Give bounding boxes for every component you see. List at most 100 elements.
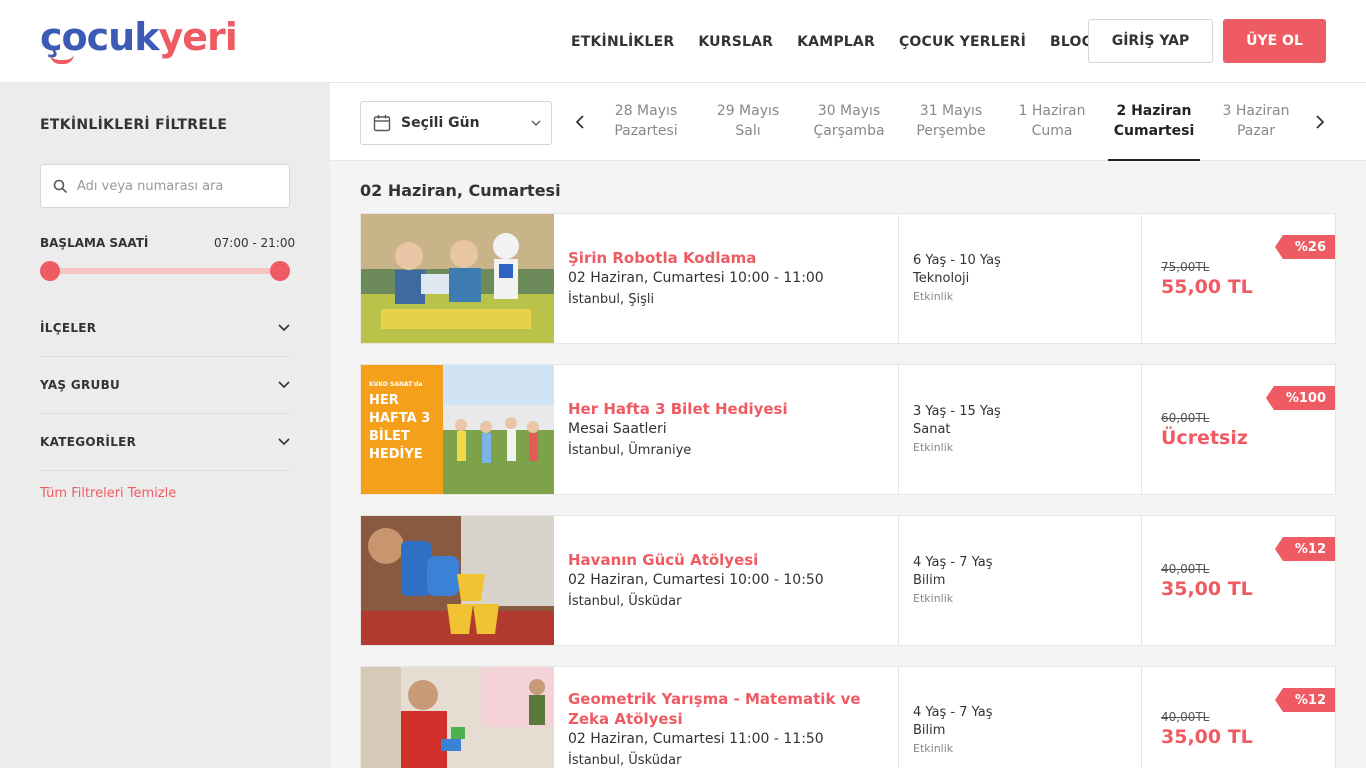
nav-item-cocuk-yerleri[interactable]: ÇOCUK YERLERİ [899, 34, 1026, 50]
prev-days-button[interactable] [573, 111, 587, 133]
chevron-down-icon [531, 120, 541, 126]
promo-big-text: HER HAFTA 3 BİLET HEDİYE [369, 393, 431, 462]
divider [1141, 214, 1142, 343]
nav-item-etkinlikler[interactable]: ETKİNLİKLER [571, 34, 674, 50]
event-info: Şirin Robotla Kodlama 02 Haziran, Cumart… [568, 214, 898, 343]
chevron-down-icon [278, 381, 290, 389]
event-price: 60,00TL Ücretsiz [1161, 365, 1248, 494]
day-tab-weekday: Salı [735, 123, 761, 139]
event-datetime: 02 Haziran, Cumartesi 10:00 - 10:50 [568, 571, 824, 588]
calendar-icon [373, 115, 391, 132]
day-select[interactable]: Seçili Gün [360, 101, 552, 145]
time-slider-handle-min[interactable] [40, 261, 60, 281]
divider [898, 667, 899, 768]
discount-badge: %100 [1265, 386, 1335, 410]
site-header: çocukyeri ETKİNLİKLER KURSLAR KAMPLAR ÇO… [0, 0, 1366, 83]
event-category: Teknoloji [913, 270, 970, 286]
logo-part-2: yeri [158, 15, 237, 59]
day-tab-date: 2 Haziran [1116, 103, 1192, 119]
login-button[interactable]: GİRİŞ YAP [1088, 19, 1213, 63]
event-age: 4 Yaş - 7 Yaş [913, 554, 993, 570]
event-meta: 3 Yaş - 15 Yaş Sanat Etkinlik [913, 365, 1001, 494]
section-title: 02 Haziran, Cumartesi [360, 181, 561, 200]
event-category: Sanat [913, 421, 951, 437]
event-card[interactable]: KUKO SANAT'da HER HAFTA 3 BİLET HEDİYE H… [360, 364, 1336, 495]
event-age: 3 Yaş - 15 Yaş [913, 403, 1001, 419]
event-title[interactable]: Havanın Gücü Atölyesi [568, 550, 898, 570]
day-tab-weekday: Cumartesi [1113, 123, 1195, 139]
day-tab-date: 31 Mayıs [919, 103, 983, 119]
day-tab-31-mayis[interactable]: 31 Mayıs Perşembe [905, 101, 997, 141]
event-card[interactable]: Geometrik Yarışma - Matematik ve Zeka At… [360, 666, 1336, 768]
clear-filters-link[interactable]: Tüm Filtreleri Temizle [40, 486, 176, 501]
logo[interactable]: çocukyeri [40, 15, 238, 66]
search-box[interactable] [40, 164, 290, 208]
divider [898, 365, 899, 494]
filter-age-group-label: YAŞ GRUBU [40, 378, 121, 392]
search-input[interactable] [77, 178, 277, 194]
event-location: İstanbul, Ümraniye [568, 442, 692, 458]
day-tab-date: 30 Mayıs [817, 103, 881, 119]
day-tab-29-mayis[interactable]: 29 Mayıs Salı [702, 101, 794, 141]
discount-badge: %26 [1274, 235, 1335, 259]
day-tab-date: 1 Haziran [1018, 103, 1086, 119]
time-slider-track[interactable] [50, 268, 280, 274]
next-days-button[interactable] [1313, 111, 1327, 133]
day-tab-3-haziran[interactable]: 3 Haziran Pazar [1210, 101, 1302, 141]
event-title[interactable]: Her Hafta 3 Bilet Hediyesi [568, 399, 898, 419]
old-price: 40,00TL [1161, 710, 1210, 724]
day-select-label: Seçili Gün [401, 115, 480, 131]
chevron-right-icon [1316, 115, 1324, 129]
event-age: 4 Yaş - 7 Yaş [913, 705, 993, 720]
event-info: Havanın Gücü Atölyesi 02 Haziran, Cumart… [568, 516, 898, 645]
divider [1141, 516, 1142, 645]
event-card[interactable]: Şirin Robotla Kodlama 02 Haziran, Cumart… [360, 213, 1336, 344]
old-price: 60,00TL [1161, 410, 1210, 425]
event-type: Etkinlik [913, 742, 954, 755]
event-image[interactable] [361, 214, 554, 343]
discount-badge: %12 [1274, 537, 1335, 561]
event-datetime: 02 Haziran, Cumartesi 11:00 - 11:50 [568, 731, 824, 747]
divider [898, 214, 899, 343]
day-tab-weekday: Cuma [1031, 123, 1073, 139]
filter-districts[interactable]: İLÇELER [40, 300, 290, 357]
day-tab-28-mayis[interactable]: 28 Mayıs Pazartesi [600, 101, 692, 141]
event-image[interactable] [361, 516, 554, 645]
divider [898, 516, 899, 645]
event-price: 40,00TL 35,00 TL [1161, 667, 1253, 768]
time-slider-handle-max[interactable] [270, 261, 290, 281]
date-bar: Seçili Gün 28 Mayıs Pazartesi 29 Mayıs Sal… [330, 83, 1366, 161]
signup-button[interactable]: ÜYE OL [1223, 19, 1326, 63]
event-image[interactable]: KUKO SANAT'da HER HAFTA 3 BİLET HEDİYE [361, 365, 554, 494]
nav-item-kamplar[interactable]: KAMPLAR [797, 34, 875, 50]
event-type: Etkinlik [913, 289, 954, 303]
filter-age-group[interactable]: YAŞ GRUBU [40, 357, 290, 414]
divider [1141, 365, 1142, 494]
event-price: 40,00TL 35,00 TL [1161, 516, 1253, 645]
new-price: 55,00 TL [1161, 275, 1253, 298]
logo-smile-icon [50, 54, 74, 64]
new-price: 35,00 TL [1161, 577, 1253, 600]
filter-title: ETKİNLİKLERİ FİLTRELE [40, 117, 228, 133]
event-category: Bilim [913, 572, 946, 588]
day-tab-date: 3 Haziran [1222, 103, 1290, 119]
event-title[interactable]: Geometrik Yarışma - Matematik ve Zeka At… [568, 689, 898, 729]
day-tab-2-haziran[interactable]: 2 Haziran Cumartesi [1108, 101, 1200, 161]
nav-item-kurslar[interactable]: KURSLAR [698, 34, 773, 50]
event-location: İstanbul, Şişli [568, 291, 655, 307]
event-location: İstanbul, Üsküdar [568, 593, 682, 609]
filter-sidebar: ETKİNLİKLERİ FİLTRELE BAŞLAMA SAATİ 07:0… [0, 83, 330, 768]
day-tab-30-mayis[interactable]: 30 Mayıs Çarşamba [803, 101, 895, 141]
event-card[interactable]: Havanın Gücü Atölyesi 02 Haziran, Cumart… [360, 515, 1336, 646]
event-title[interactable]: Şirin Robotla Kodlama [568, 248, 898, 268]
day-tab-weekday: Pazartesi [614, 123, 678, 139]
day-tab-1-haziran[interactable]: 1 Haziran Cuma [1006, 101, 1098, 141]
old-price: 40,00TL [1161, 561, 1210, 576]
event-image[interactable] [361, 667, 554, 768]
nav-item-blog[interactable]: BLOG [1050, 34, 1093, 50]
day-tab-weekday: Çarşamba [813, 123, 885, 139]
filter-categories[interactable]: KATEGORİLER [40, 414, 290, 471]
event-location: İstanbul, Üsküdar [568, 753, 682, 768]
filter-categories-label: KATEGORİLER [40, 435, 137, 449]
event-info: Geometrik Yarışma - Matematik ve Zeka At… [568, 667, 898, 768]
